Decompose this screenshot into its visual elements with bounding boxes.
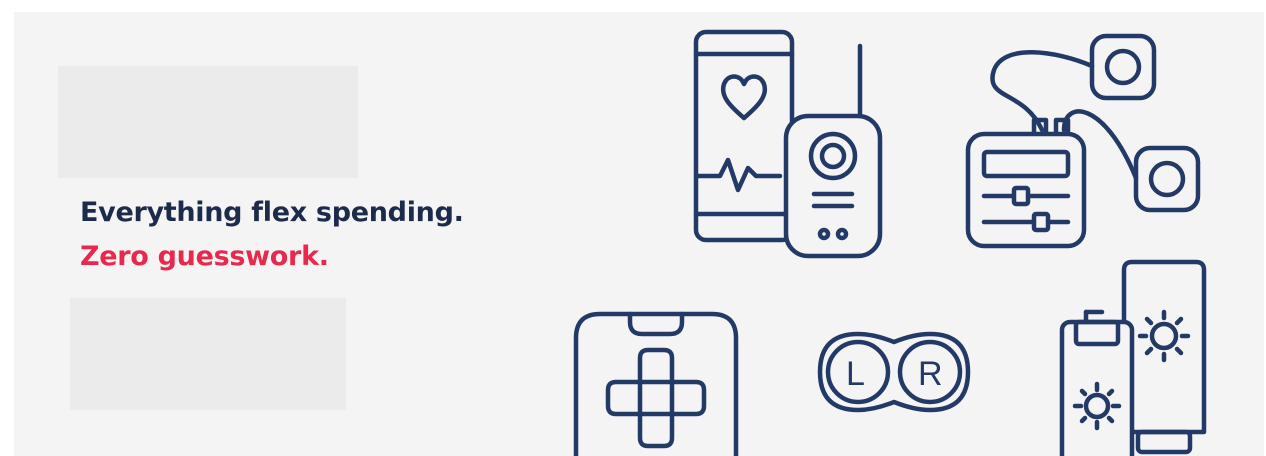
hero-headline: Everything flex spending.	[80, 197, 464, 228]
hero-banner: Everything flex spending. Zero guesswork…	[14, 12, 1264, 456]
hero-subheadline: Zero guesswork.	[80, 241, 329, 272]
heart-monitor-phone-icon	[693, 29, 883, 259]
sunscreen-icon	[1059, 259, 1207, 456]
image-placeholder-top	[58, 66, 358, 178]
image-placeholder-bottom	[70, 298, 346, 410]
lens-right-label: R	[918, 355, 943, 393]
first-aid-kit-icon	[573, 311, 739, 456]
lens-left-label: L	[846, 355, 865, 393]
contact-lens-case-icon: L R	[817, 331, 971, 413]
tens-unit-icon	[965, 33, 1201, 249]
